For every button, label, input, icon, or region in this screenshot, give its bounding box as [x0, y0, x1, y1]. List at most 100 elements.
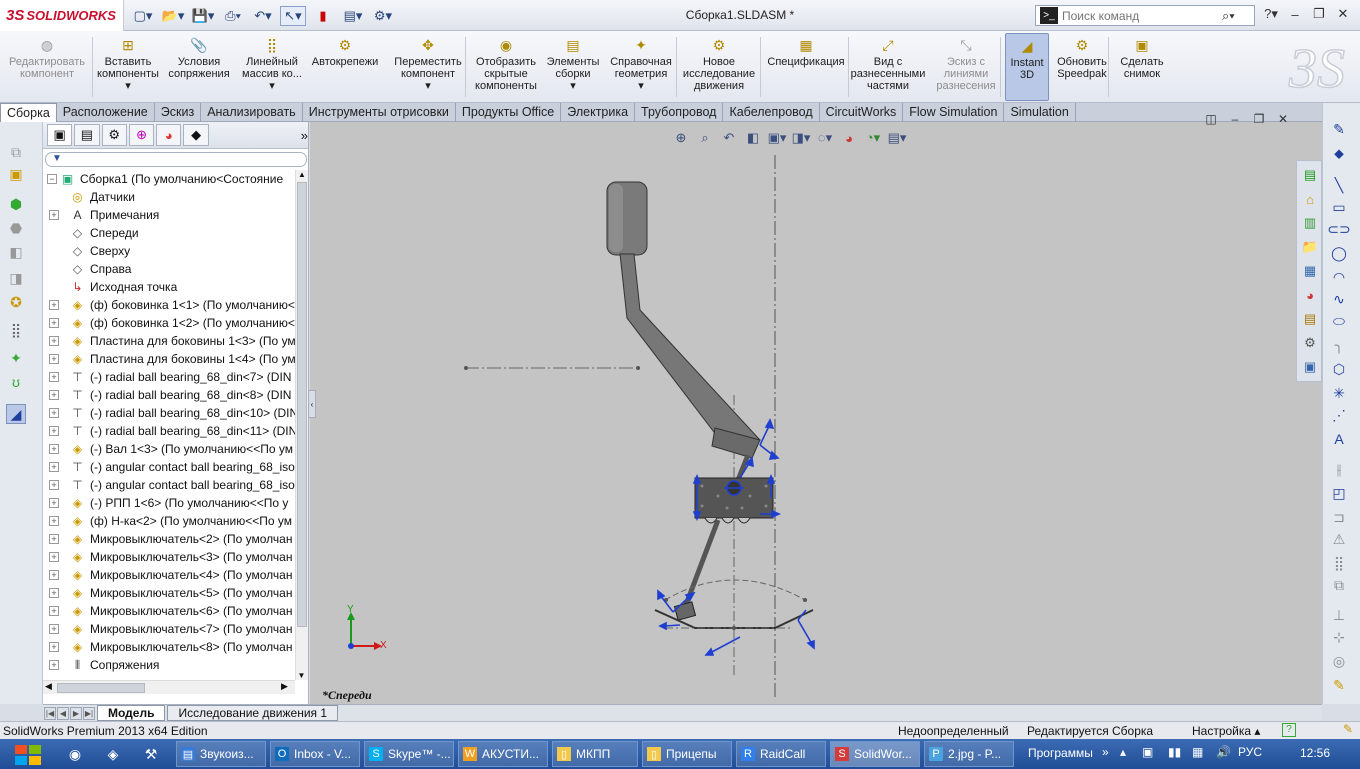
expand-toggle-icon[interactable]: + [49, 588, 59, 598]
feature-tree-tab-icon[interactable]: ▣ [47, 124, 73, 146]
scroll-left-icon[interactable]: ◀ [45, 681, 52, 692]
resources-icon[interactable]: ▤ [1300, 165, 1320, 185]
dimxpert-tab-icon[interactable]: ⊕ [128, 124, 155, 146]
quick-snaps-icon[interactable]: ✎ [1329, 675, 1349, 695]
tree-item[interactable]: + ◈ Микровыключатель<5> (По умолчан [49, 584, 292, 602]
tree-vertical-scrollbar[interactable]: ▲ ▼ [295, 170, 308, 680]
ribbon-button-2[interactable]: 📎 Условия сопряжения [164, 33, 234, 101]
print-icon[interactable]: ⎙▾ [220, 6, 246, 26]
ribbon-button-4[interactable]: ⚙ Автокрепежи [312, 33, 378, 101]
next-tab-icon[interactable]: ▶ [70, 706, 82, 720]
expand-toggle-icon[interactable]: + [49, 660, 59, 670]
tab-3[interactable]: Анализировать [201, 103, 303, 122]
chrome-pinned-icon[interactable]: ◉ [64, 743, 86, 765]
tab-5[interactable]: Продукты Office [456, 103, 562, 122]
last-tab-icon[interactable]: ▶| [83, 706, 95, 720]
select-cursor-icon[interactable]: ↖▾ [280, 6, 306, 26]
tab-2[interactable]: Эскиз [155, 103, 202, 122]
polygon-icon[interactable]: ⬡ [1329, 359, 1349, 379]
file-explorer-icon[interactable]: 📁 [1300, 237, 1320, 257]
ribbon-button-14[interactable]: ⚙ Обновить Speedpak [1053, 33, 1111, 101]
ribbon-button-15[interactable]: ▣ Сделать снимок [1116, 33, 1168, 101]
tree-item[interactable]: + ⊤ (-) angular contact ball bearing_68_is… [49, 476, 295, 494]
rebuild-icon[interactable]: ▮ [310, 6, 336, 26]
scroll-thumb[interactable] [297, 182, 307, 627]
expand-toggle-icon[interactable]: − [47, 174, 57, 184]
tab-4[interactable]: Инструменты отрисовки [303, 103, 456, 122]
tab-1[interactable]: Расположение [57, 103, 155, 122]
close-icon[interactable]: ✕ [1334, 5, 1352, 23]
tree-item[interactable]: + ◈ Пластина для боковины 1<3> (По умо [49, 332, 295, 350]
expand-toggle-icon[interactable]: + [49, 462, 59, 472]
tree-item[interactable]: + ◈ (ф) боковинка 1<1> (По умолчанию< [49, 296, 295, 314]
viewport-split-icon[interactable]: ◫ [1203, 112, 1219, 126]
tree-filter[interactable]: ▼ [45, 152, 307, 167]
taskbar-item[interactable]: O Inbox - V... [270, 741, 360, 767]
expand-toggle-icon[interactable]: + [49, 408, 59, 418]
taskbar-item[interactable]: W АКУСТИ... [458, 741, 548, 767]
ribbon-button-8[interactable]: ✦ Справочная геометрия ▾ [607, 33, 675, 101]
tree-item[interactable]: − ▣ Сборка1 (По умолчанию<Состояние [47, 170, 283, 188]
tree-horizontal-scrollbar[interactable]: ◀ ▶ [43, 680, 295, 694]
language-indicator[interactable]: РУС [1238, 745, 1262, 759]
tree-item[interactable]: + A Примечания [49, 206, 159, 224]
zoom-area-icon[interactable]: ⌕ [696, 129, 714, 147]
undo-icon[interactable]: ↶▾ [250, 6, 276, 26]
taskbar-item[interactable]: P 2.jpg - P... [924, 741, 1014, 767]
convert-entities-icon[interactable]: ◰ [1329, 483, 1349, 503]
tree-item[interactable]: + ⊤ (-) radial ball bearing_68_din<10> (DI… [49, 404, 295, 422]
tree-item[interactable]: + ⫴ Сопряжения [49, 656, 159, 674]
command-search-box[interactable]: >_ ⌕▾ [1035, 5, 1255, 26]
circle-icon[interactable]: ◯ [1329, 243, 1349, 263]
expand-toggle-icon[interactable]: + [49, 354, 59, 364]
centerline-icon[interactable]: ⋰ [1329, 405, 1349, 425]
viewport-minimize-icon[interactable]: – [1227, 112, 1243, 126]
tree-item[interactable]: + ◈ (ф) боковинка 1<2> (По умолчанию< [49, 314, 295, 332]
text-icon[interactable]: A [1329, 429, 1349, 449]
linear-sketch-pattern-icon[interactable]: ⣿ [1329, 553, 1349, 573]
tree-item[interactable]: + ◈ Пластина для боковины 1<4> (По умо [49, 350, 295, 368]
expand-toggle-icon[interactable]: + [49, 390, 59, 400]
tree-item[interactable]: ↳ Исходная точка [49, 278, 177, 296]
section-view-icon[interactable]: ◧ [744, 129, 762, 147]
ribbon-button-12[interactable]: ⤡ Эскиз с линиями разнесения [930, 33, 1002, 101]
suppress-icon[interactable]: ◨ [6, 268, 26, 288]
view-settings-icon[interactable]: ▤▾ [888, 129, 907, 147]
expand-toggle-icon[interactable]: + [49, 372, 59, 382]
smart-dimension-icon[interactable]: ⬥ [1329, 143, 1349, 163]
expand-toggle-icon[interactable]: + [49, 480, 59, 490]
appearances-icon[interactable]: ◕ [1300, 285, 1320, 305]
save-icon[interactable]: 💾▾ [190, 6, 216, 26]
graphics-area[interactable]: ‹ Y X [308, 122, 1322, 704]
toolbar-expand-icon[interactable]: » [1102, 745, 1109, 759]
tree-item[interactable]: + ◈ Микровыключатель<8> (По умолчан [49, 638, 292, 656]
configuration-tab-icon[interactable]: ⚙ [101, 124, 127, 146]
display-manager-tab-icon[interactable]: ◕ [156, 124, 182, 146]
tab-9[interactable]: CircuitWorks [820, 103, 904, 122]
tab-10[interactable]: Flow Simulation [903, 103, 1005, 122]
expand-toggle-icon[interactable]: + [49, 210, 59, 220]
expand-toggle-icon[interactable]: + [49, 624, 59, 634]
first-tab-icon[interactable]: |◀ [44, 706, 56, 720]
expand-toggle-icon[interactable]: + [49, 570, 59, 580]
move-entities-icon[interactable]: ⧉ [1329, 575, 1349, 595]
expand-toggle-icon[interactable]: + [49, 318, 59, 328]
tree-item[interactable]: ◇ Сверху [49, 242, 130, 260]
start-button[interactable] [8, 741, 46, 767]
fastener-icon[interactable]: ✪ [6, 292, 26, 312]
tree-item[interactable]: + ◈ (-) РПП 1<6> (По умолчанию<<По у [49, 494, 288, 512]
fillet-icon[interactable]: ╮ [1329, 335, 1349, 355]
options-icon[interactable]: ⚙▾ [370, 6, 396, 26]
custom-properties-icon[interactable]: ▤ [1300, 309, 1320, 329]
tree-item[interactable]: + ◈ (-) Вал 1<3> (По умолчанию<<По ум [49, 440, 293, 458]
view-orientation-icon[interactable]: ▣▾ [768, 129, 787, 147]
tree-item[interactable]: + ◈ Микровыключатель<4> (По умолчан [49, 566, 292, 584]
display-relations-icon[interactable]: ⊥ [1329, 605, 1349, 625]
pinned-app-icon[interactable]: ◈ [102, 743, 124, 765]
expand-toggle-icon[interactable]: + [49, 516, 59, 526]
restore-icon[interactable]: ❐ [1310, 5, 1328, 23]
ribbon-button-0[interactable]: ◍ Редактировать компонент [3, 33, 91, 101]
viewport-close-icon[interactable]: ✕ [1275, 112, 1291, 126]
mirror-icon[interactable]: ⚠ [1329, 529, 1349, 549]
ref-geom-icon[interactable]: ✦ [6, 348, 26, 368]
